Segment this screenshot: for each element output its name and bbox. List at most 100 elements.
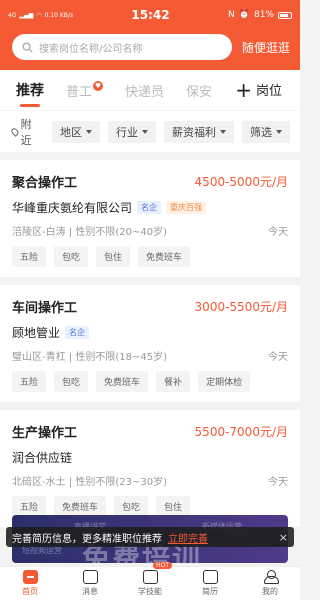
post-date: 今天 xyxy=(268,352,288,363)
home-icon xyxy=(22,570,38,584)
battery-icon xyxy=(277,11,292,19)
job-salary: 3000-5500元/月 xyxy=(194,300,288,314)
nav-resume[interactable]: 简历 xyxy=(190,570,230,597)
add-post-button[interactable]: + 岗位 xyxy=(221,77,282,102)
job-requirement: 性别不限(23~30岁) xyxy=(75,477,167,488)
search-input[interactable]: 搜索岗位名称/公司名称 xyxy=(12,34,232,60)
filter-label: 地区 xyxy=(60,125,82,139)
signal-area: 4G ▂▄▆ ◠ 0.10 KB/s xyxy=(8,12,73,19)
benefit-tag: 五险 xyxy=(12,496,47,517)
company-tag: 名企 xyxy=(65,326,90,339)
company-tag: 重庆百强 xyxy=(166,201,207,214)
job-salary: 4500-5000元/月 xyxy=(194,175,288,189)
company-name: 华峰重庆氨纶有限公司 xyxy=(12,201,133,215)
job-requirement: 性别不限(18~45岁) xyxy=(75,352,167,363)
dropdown-arrow-icon xyxy=(142,129,148,134)
benefit-tag: 包吃 xyxy=(54,246,89,267)
filter-bar: 附近 地区 行业 薪资福利 筛选 xyxy=(0,110,300,152)
filter-label: 薪资福利 xyxy=(172,125,216,139)
hot-badge: HOT xyxy=(153,562,172,569)
nearby-label: 附近 xyxy=(20,117,32,147)
nav-learn-skills[interactable]: HOT 学技能 xyxy=(130,562,172,597)
nav-label: 消息 xyxy=(82,587,98,596)
tab-recommend[interactable]: 推荐 xyxy=(16,80,44,107)
filter-region[interactable]: 地区 xyxy=(52,120,100,143)
nfc-icon: N xyxy=(228,10,235,20)
company-name: 顾地管业 xyxy=(12,326,61,340)
benefit-tag: 免费班车 xyxy=(96,371,149,392)
notice-text: 完善简历信息，更多精准职位推荐 xyxy=(12,533,162,545)
benefit-tag: 免费班车 xyxy=(138,246,191,267)
nav-messages[interactable]: 消息 xyxy=(70,570,110,597)
resume-notice: 完善简历信息，更多精准职位推荐 立即完善 × xyxy=(6,527,294,547)
clock: 15:42 xyxy=(131,8,170,22)
search-placeholder: 搜索岗位名称/公司名称 xyxy=(39,43,143,55)
nav-profile[interactable]: 我的 xyxy=(250,570,290,597)
add-post-label: 岗位 xyxy=(255,84,282,99)
resume-icon xyxy=(202,570,218,584)
job-location: 北碚区-水土 xyxy=(12,477,66,488)
filter-label: 行业 xyxy=(116,125,138,139)
job-list: 聚合操作工 4500-5000元/月 华峰重庆氨纶有限公司 名企 重庆百强 涪陵… xyxy=(0,152,300,527)
status-bar: 4G ▂▄▆ ◠ 0.10 KB/s 15:42 N ⏰ 81% xyxy=(0,0,300,30)
company-tag: 名企 xyxy=(137,201,162,214)
job-card[interactable]: 车间操作工 3000-5500元/月 顾地管业 名企 璧山区-青杠 | 性别不限… xyxy=(0,285,300,402)
battery-percent: 81% xyxy=(253,10,274,20)
job-title: 聚合操作工 xyxy=(12,176,78,191)
book-icon xyxy=(142,570,158,584)
filter-industry[interactable]: 行业 xyxy=(108,120,156,143)
nav-home[interactable]: 首页 xyxy=(10,570,50,597)
benefit-tag: 包吃 xyxy=(54,371,89,392)
network-speed: 0.10 KB/s xyxy=(44,11,74,19)
category-tabs: 推荐 普工 ♥ 快递员 保安 + 岗位 xyxy=(0,70,300,110)
job-card[interactable]: 聚合操作工 4500-5000元/月 华峰重庆氨纶有限公司 名企 重庆百强 涪陵… xyxy=(0,160,300,277)
alarm-icon: ⏰ xyxy=(238,10,250,20)
benefit-tag: 五险 xyxy=(12,371,47,392)
battery-area: N ⏰ 81% xyxy=(228,10,292,20)
filter-label: 筛选 xyxy=(250,125,272,139)
signal-text: 4G xyxy=(8,11,17,19)
nav-label: 学技能 xyxy=(138,587,162,596)
company-name: 润合供应链 xyxy=(12,451,73,465)
browse-button[interactable]: 随便逛逛 xyxy=(242,39,290,56)
signal-bars-icon: ▂▄▆ xyxy=(19,11,34,19)
nav-label: 简历 xyxy=(202,587,218,596)
heart-icon: ♥ xyxy=(93,80,104,91)
bottom-nav: 首页 消息 HOT 学技能 简历 我的 xyxy=(0,562,300,600)
post-date: 今天 xyxy=(268,477,288,488)
tab-general-worker[interactable]: 普工 ♥ xyxy=(66,80,104,100)
dropdown-arrow-icon xyxy=(220,129,226,134)
message-icon xyxy=(82,570,98,584)
tab-security[interactable]: 保安 xyxy=(186,81,212,100)
nearby-filter[interactable]: 附近 xyxy=(9,116,34,148)
location-pin-icon xyxy=(9,126,20,137)
dropdown-arrow-icon xyxy=(276,129,282,134)
tab-label: 保安 xyxy=(186,84,213,100)
user-icon xyxy=(263,570,279,584)
close-icon[interactable]: × xyxy=(279,531,288,544)
search-bar: 搜索岗位名称/公司名称 随便逛逛 xyxy=(0,30,300,70)
tab-label: 推荐 xyxy=(16,83,44,99)
benefit-tag: 免费班车 xyxy=(54,496,107,517)
wifi-icon: ◠ xyxy=(36,11,42,19)
dropdown-arrow-icon xyxy=(86,129,92,134)
tab-label: 快递员 xyxy=(125,84,165,100)
job-salary: 5500-7000元/月 xyxy=(194,425,288,439)
complete-resume-link[interactable]: 立即完善 xyxy=(168,530,208,545)
nav-label: 首页 xyxy=(22,587,38,596)
post-date: 今天 xyxy=(268,227,288,238)
job-card[interactable]: 生产操作工 5500-7000元/月 润合供应链 北碚区-水土 | 性别不限(2… xyxy=(0,410,300,527)
tab-courier[interactable]: 快递员 xyxy=(125,81,164,100)
tab-label: 普工 xyxy=(66,84,93,100)
plus-icon: + xyxy=(235,77,252,102)
benefit-tag: 定期体检 xyxy=(198,371,251,392)
benefit-tag: 五险 xyxy=(12,246,47,267)
benefit-tag: 包住 xyxy=(96,246,131,267)
filter-salary[interactable]: 薪资福利 xyxy=(164,120,234,143)
nav-label: 我的 xyxy=(262,587,278,596)
job-title: 生产操作工 xyxy=(12,426,78,441)
search-icon xyxy=(22,41,33,53)
filter-more[interactable]: 筛选 xyxy=(242,120,290,143)
job-requirement: 性别不限(20~40岁) xyxy=(75,227,167,238)
job-location: 涪陵区-白涛 xyxy=(12,227,66,238)
